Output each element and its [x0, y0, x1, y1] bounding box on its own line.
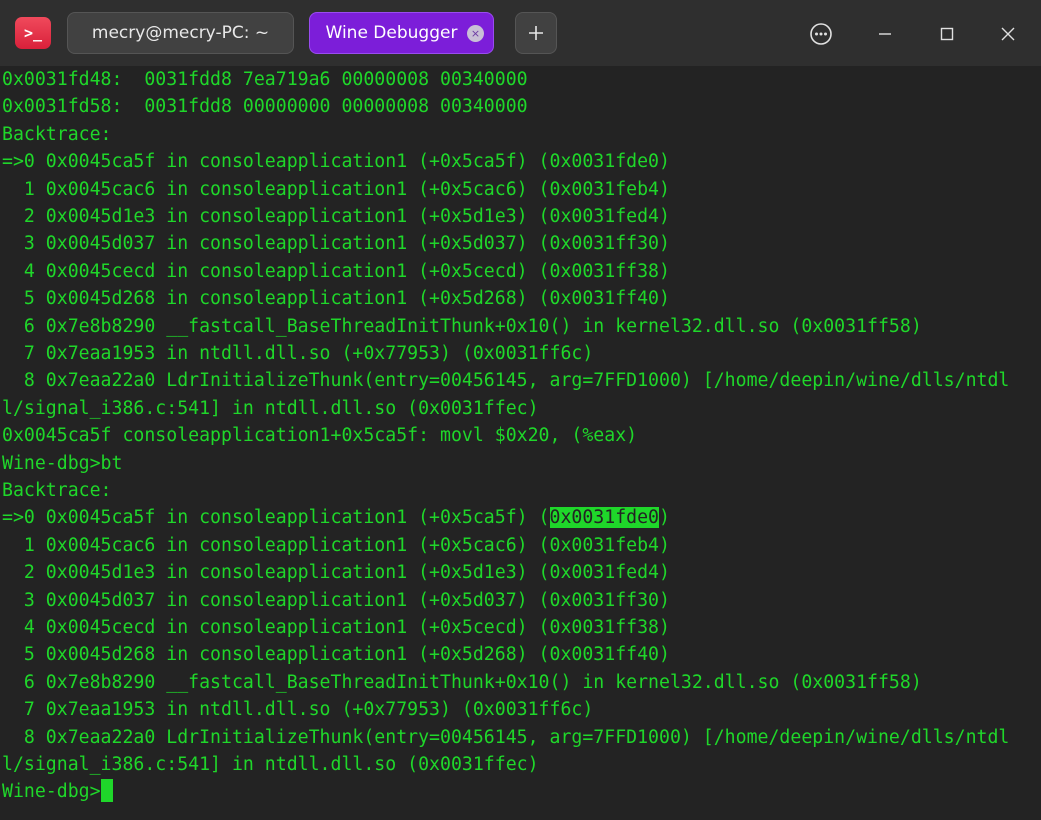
more-options-icon [810, 23, 832, 45]
text-cursor [100, 779, 113, 803]
maximize-button[interactable] [930, 17, 964, 51]
terminal-line: 2 0x0045d1e3 in consoleapplication1 (+0x… [2, 562, 670, 584]
terminal-line: 5 0x0045d268 in consoleapplication1 (+0x… [2, 644, 670, 666]
tab-label: mecry@mecry-PC: ~ [91, 23, 270, 43]
terminal-app-icon[interactable]: >_ [15, 17, 51, 49]
terminal-line: 0x0045ca5f consoleapplication1+0x5ca5f: … [2, 425, 638, 447]
terminal-line-suffix: ) [659, 507, 670, 529]
prompt-line[interactable]: Wine-dbg> [2, 778, 113, 805]
selected-text[interactable]: 0x0031fde0 [549, 507, 659, 529]
terminal-line: 6 0x7e8b8290 __fastcall_BaseThreadInitTh… [2, 671, 922, 693]
prompt-text: Wine-dbg> [2, 781, 101, 803]
tab-label: Wine Debugger [325, 23, 458, 43]
tab-home-shell[interactable]: mecry@mecry-PC: ~ [67, 12, 294, 54]
terminal-line: 7 0x7eaa1953 in ntdll.dll.so (+0x77953) … [2, 699, 594, 721]
terminal-line: 0x0031fd48: 0031fdd8 7ea719a6 00000008 0… [2, 69, 528, 90]
tab-close-icon[interactable]: × [467, 25, 484, 42]
terminal-line: 3 0x0045d037 in consoleapplication1 (+0x… [2, 589, 670, 611]
terminal-line: 4 0x0045cecd in consoleapplication1 (+0x… [2, 617, 670, 638]
new-tab-button[interactable] [515, 12, 557, 54]
terminal-line: =>0 0x0045ca5f in consoleapplication1 (+… [2, 151, 670, 173]
terminal-line: Backtrace: [2, 480, 112, 501]
terminal-line: l/signal_i386.c:541] in ntdll.dll.so (0x… [2, 397, 539, 419]
terminal-line: 8 0x7eaa22a0 LdrInitializeThunk(entry=00… [2, 370, 1010, 392]
terminal-line: 5 0x0045d268 in consoleapplication1 (+0x… [2, 288, 670, 310]
terminal-line: 3 0x0045d037 in consoleapplication1 (+0x… [2, 233, 670, 255]
terminal-line: 2 0x0045d1e3 in consoleapplication1 (+0x… [2, 206, 670, 227]
terminal-line: Wine-dbg>bt [2, 452, 123, 474]
terminal-line: 1 0x0045cac6 in consoleapplication1 (+0x… [2, 178, 670, 200]
terminal-line: 8 0x7eaa22a0 LdrInitializeThunk(entry=00… [2, 726, 1010, 748]
terminal-line: 4 0x0045cecd in consoleapplication1 (+0x… [2, 260, 670, 282]
maximize-icon [940, 27, 954, 41]
terminal-output[interactable]: 0x0031fd48: 0031fdd8 7ea719a6 00000008 0… [0, 66, 1041, 820]
plus-icon [529, 26, 543, 40]
more-options-button[interactable] [804, 17, 838, 51]
minimize-icon [879, 33, 891, 35]
terminal-line: 0x0031fd58: 0031fdd8 00000000 00000008 0… [2, 96, 528, 118]
terminal-line: 7 0x7eaa1953 in ntdll.dll.so (+0x77953) … [2, 343, 594, 364]
minimize-button[interactable] [868, 17, 902, 51]
terminal-line: l/signal_i386.c:541] in ntdll.dll.so (0x… [2, 754, 539, 775]
terminal-line-prefix: =>0 0x0045ca5f in consoleapplication1 (+… [2, 507, 550, 529]
close-window-button[interactable] [991, 17, 1025, 51]
close-icon [1001, 27, 1015, 41]
terminal-line: 6 0x7e8b8290 __fastcall_BaseThreadInitTh… [2, 315, 922, 337]
terminal-line: Backtrace: [2, 123, 112, 145]
terminal-line: 1 0x0045cac6 in consoleapplication1 (+0x… [2, 534, 670, 556]
terminal-line-selected-frame: =>0 0x0045ca5f in consoleapplication1 (+… [2, 504, 670, 531]
title-bar: >_ mecry@mecry-PC: ~ Wine Debugger × [0, 0, 1041, 66]
tab-wine-debugger[interactable]: Wine Debugger × [309, 12, 494, 54]
